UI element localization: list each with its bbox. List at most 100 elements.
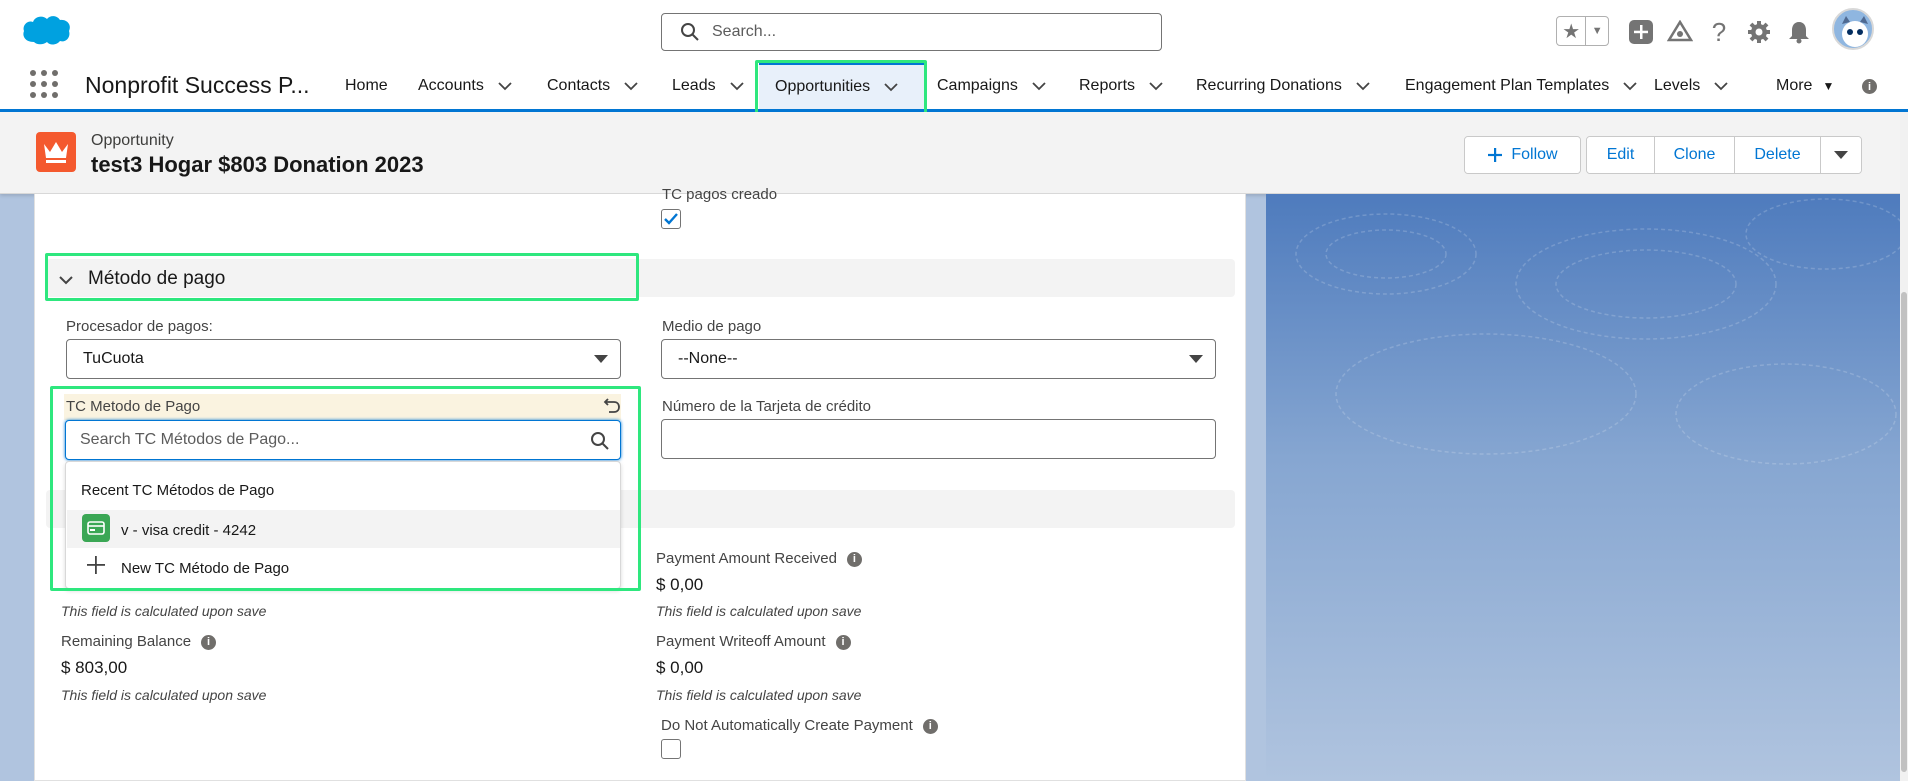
follow-button-group: Follow (1464, 136, 1581, 174)
payment-writeoff-label-text: Payment Writeoff Amount (656, 633, 826, 650)
scrollbar-thumb[interactable] (1901, 292, 1907, 772)
chevron-down-icon[interactable] (1714, 79, 1728, 93)
remaining-balance-label: Remaining Balance i (61, 633, 217, 650)
nav-tab-label: Reports (1079, 76, 1136, 94)
do-not-create-payment-label: Do Not Automatically Create Payment i (661, 717, 938, 734)
payment-amount-received-hint: This field is calculated upon save (656, 603, 862, 619)
trailhead-icon[interactable] (1666, 18, 1694, 46)
nav-tab-leads[interactable]: Leads (672, 62, 744, 109)
nav-tab-opportunities[interactable]: Opportunities (759, 62, 925, 109)
nav-tab-home[interactable]: Home (345, 62, 388, 109)
numero-tarjeta-input[interactable] (661, 419, 1216, 459)
nav-tab-label: Accounts (418, 76, 484, 94)
topo-pattern-decoration (1295, 198, 1900, 465)
chevron-down-icon[interactable] (1149, 79, 1163, 93)
info-icon[interactable]: i (922, 718, 938, 734)
clone-button[interactable]: Clone (1655, 137, 1735, 173)
app-launcher-icon[interactable] (30, 70, 58, 98)
global-search-box[interactable] (661, 13, 1162, 51)
tc-pagos-creado-checkbox[interactable] (661, 209, 681, 229)
tc-metodo-search-input[interactable] (80, 431, 570, 449)
nav-tab-label: Contacts (547, 76, 611, 94)
app-name: Nonprofit Success P... (85, 72, 310, 98)
payment-amount-received-value: $ 0,00 (656, 575, 704, 594)
nav-tab-label: More (1776, 76, 1813, 94)
user-avatar[interactable] (1832, 8, 1874, 50)
info-icon[interactable]: i (201, 634, 217, 650)
favorites-star-icon[interactable]: ★ (1557, 17, 1587, 45)
tc-pagos-creado-label: TC pagos creado (662, 186, 778, 203)
nav-tab-label: Campaigns (937, 76, 1018, 94)
search-icon[interactable] (590, 431, 610, 451)
nav-tab-label: Recurring Donations (1196, 76, 1342, 94)
section-title: Método de pago (88, 268, 226, 289)
nav-tab-levels[interactable]: Levels (1654, 62, 1728, 109)
chevron-down-icon[interactable] (884, 80, 898, 94)
nav-tab-engagement-plan-templates[interactable]: Engagement Plan Templates (1405, 62, 1637, 109)
tc-metodo-label: TC Metodo de Pago (66, 398, 201, 415)
dropdown-header: Recent TC Métodos de Pago (81, 482, 275, 499)
nav-info-icon[interactable]: i (1862, 79, 1877, 94)
left-field-hint: This field is calculated upon save (61, 603, 267, 619)
plus-icon (1488, 148, 1503, 162)
global-actions-plus-icon[interactable] (1627, 18, 1655, 46)
procesador-select[interactable]: TuCuota (66, 339, 621, 379)
payment-writeoff-value: $ 0,00 (656, 658, 704, 677)
caret-down-icon (1834, 151, 1848, 159)
chevron-down-icon[interactable] (729, 79, 744, 93)
nav-tab-campaigns[interactable]: Campaigns (937, 62, 1046, 109)
plus-icon[interactable] (86, 555, 106, 575)
payment-writeoff-hint: This field is calculated upon save (656, 687, 862, 703)
caret-down-icon: ▼ (1822, 78, 1835, 93)
search-icon (681, 23, 699, 41)
nav-tab-label: Leads (672, 76, 716, 94)
medio-de-pago-value: --None-- (678, 350, 738, 367)
tc-metodo-lookup[interactable] (65, 420, 621, 460)
nav-tab-label: Levels (1654, 76, 1701, 94)
delete-button[interactable]: Delete (1735, 137, 1821, 173)
undo-icon[interactable] (603, 396, 621, 414)
favorites-group: ★ ▼ (1556, 16, 1609, 46)
chevron-down-icon[interactable] (1356, 79, 1370, 93)
salesforce-logo-icon[interactable] (20, 12, 72, 48)
setup-gear-icon[interactable] (1745, 18, 1773, 46)
dropdown-item-label[interactable]: v - visa credit - 4242 (121, 522, 256, 539)
info-icon[interactable]: i (835, 634, 851, 650)
nav-tab-more[interactable]: More ▼ (1776, 62, 1834, 109)
procesador-label: Procesador de pagos: (66, 318, 213, 335)
app-nav-bar: Nonprofit Success P... Home Accounts Con… (0, 62, 1908, 112)
info-icon[interactable]: i (846, 551, 862, 567)
clone-button-label: Clone (1673, 146, 1716, 163)
nav-tab-reports[interactable]: Reports (1079, 62, 1163, 109)
do-not-create-payment-checkbox[interactable] (661, 739, 681, 759)
nav-tab-recurring-donations[interactable]: Recurring Donations (1196, 62, 1370, 109)
opportunity-crown-icon (36, 132, 76, 172)
new-tc-metodo-option[interactable]: New TC Método de Pago (121, 560, 289, 577)
global-header: ★ ▼ ? (0, 0, 1908, 62)
caret-down-icon (594, 355, 608, 363)
payment-amount-received-label: Payment Amount Received i (656, 550, 862, 567)
remaining-balance-label-text: Remaining Balance (61, 633, 192, 650)
notifications-bell-icon[interactable] (1785, 18, 1813, 46)
global-search-input[interactable] (712, 23, 1112, 41)
page-scrollbar[interactable] (1900, 112, 1908, 781)
record-type-label: Opportunity (91, 132, 174, 149)
follow-button[interactable]: Follow (1465, 137, 1580, 173)
numero-tarjeta-label: Número de la Tarjeta de crédito (662, 398, 872, 415)
chevron-down-icon[interactable] (58, 272, 74, 288)
chevron-down-icon[interactable] (624, 79, 638, 93)
help-icon[interactable]: ? (1705, 17, 1733, 47)
caret-down-icon (1189, 355, 1203, 363)
chevron-down-icon[interactable] (1032, 79, 1046, 93)
nav-tab-contacts[interactable]: Contacts (547, 62, 638, 109)
chevron-down-icon[interactable] (498, 79, 512, 93)
edit-button[interactable]: Edit (1587, 137, 1655, 173)
favorites-dropdown-icon[interactable]: ▼ (1586, 17, 1608, 45)
nav-tab-accounts[interactable]: Accounts (418, 62, 512, 109)
more-actions-button[interactable] (1821, 137, 1861, 173)
medio-de-pago-label: Medio de pago (662, 318, 762, 335)
chevron-down-icon[interactable] (1623, 79, 1637, 93)
edit-button-label: Edit (1606, 146, 1635, 163)
record-actions-group: Edit Clone Delete (1586, 136, 1862, 174)
medio-de-pago-select[interactable]: --None-- (661, 339, 1216, 379)
